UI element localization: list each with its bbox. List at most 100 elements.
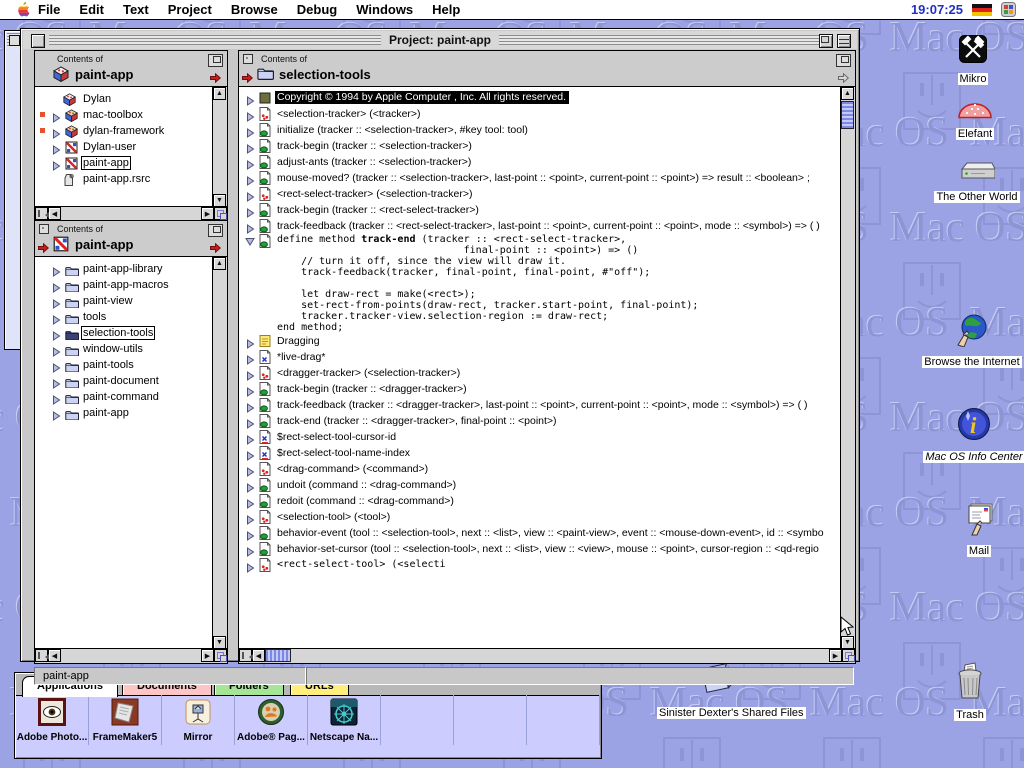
launcher-button[interactable]: Mirror xyxy=(162,695,235,745)
vertical-scrollbar[interactable]: ▲ ▼ xyxy=(212,256,228,650)
horizontal-scrollbar[interactable]: ◀ ▶ xyxy=(34,648,228,664)
desktop-icon-browse-the-internet[interactable]: Browse the Internet xyxy=(912,313,1024,370)
menu-edit[interactable]: Edit xyxy=(79,2,104,17)
menu-clock[interactable]: 19:07:25 xyxy=(911,2,963,17)
code-item[interactable]: track-begin (tracker :: <dragger-tracker… xyxy=(239,381,841,397)
code-item[interactable]: track-feedback (tracker :: <dragger-trac… xyxy=(239,397,841,413)
scroll-right-button[interactable]: ▶ xyxy=(829,649,842,662)
list-item[interactable]: selection-tools xyxy=(35,325,213,341)
desktop-icon-mac-os-info-center[interactable]: iMac OS Info Center xyxy=(914,406,1024,465)
scroll-right-button[interactable]: ▶ xyxy=(201,207,214,220)
pane-corner-widget[interactable] xyxy=(842,649,855,662)
vertical-scrollbar[interactable]: ▲ ▼ xyxy=(840,86,856,650)
desktop-icon-mail[interactable]: Mail xyxy=(919,502,1024,559)
code-item[interactable]: <selection-tool> (<tool>) xyxy=(239,509,841,525)
pane-corner-widget[interactable] xyxy=(214,649,227,662)
menu-windows[interactable]: Windows xyxy=(356,2,413,17)
vertical-scrollbar[interactable]: ▲ ▼ xyxy=(212,86,228,208)
code-item[interactable]: track-begin (tracker :: <selection-track… xyxy=(239,138,841,154)
list-item[interactable]: paint-tools xyxy=(35,357,213,373)
link-arrow-icon[interactable] xyxy=(242,70,253,88)
pane-zoom-icon[interactable] xyxy=(208,54,223,67)
code-item[interactable]: <drag-command> (<command>) xyxy=(239,461,841,477)
list-item[interactable]: Dylan-user xyxy=(35,139,213,155)
scroll-left-button[interactable]: ◀ xyxy=(48,207,61,220)
launcher-button[interactable]: Netscape Na... xyxy=(308,695,381,745)
code-item[interactable]: track-end (tracker :: <dragger-tracker>,… xyxy=(239,413,841,429)
list-item[interactable]: Dylan xyxy=(35,91,213,107)
scroll-left-button[interactable]: ◀ xyxy=(252,649,265,662)
expanded-method[interactable]: define method track-end (tracker :: <rec… xyxy=(239,234,841,333)
scroll-left-button[interactable]: ◀ xyxy=(48,649,61,662)
menu-debug[interactable]: Debug xyxy=(297,2,337,17)
menu-project[interactable]: Project xyxy=(168,2,212,17)
menu-file[interactable]: File xyxy=(38,2,60,17)
list-item[interactable]: paint-app.rsrc xyxy=(35,171,213,187)
list-item[interactable]: mac-toolbox xyxy=(35,107,213,123)
menu-browse[interactable]: Browse xyxy=(231,2,278,17)
zoom-box[interactable] xyxy=(819,34,833,48)
menu-help[interactable]: Help xyxy=(432,2,460,17)
scrollbar-thumb[interactable] xyxy=(841,101,854,129)
code-item[interactable]: track-feedback (tracker :: <rect-select-… xyxy=(239,218,841,234)
code-item[interactable]: <rect-select-tracker> (<selection-tracke… xyxy=(239,186,841,202)
scrollbar-thumb[interactable] xyxy=(265,649,291,662)
launcher-button[interactable]: FrameMaker5 xyxy=(89,695,162,745)
desktop-icon-elefant[interactable]: Elefant xyxy=(915,97,1024,142)
list-item[interactable]: paint-view xyxy=(35,293,213,309)
desktop-icon-trash[interactable]: Trash xyxy=(910,662,1024,723)
list-item[interactable]: tools xyxy=(35,309,213,325)
list-item[interactable]: paint-command xyxy=(35,389,213,405)
link-arrow-icon[interactable] xyxy=(38,240,49,258)
code-item[interactable]: <selection-tracker> (<tracker>) xyxy=(239,106,841,122)
code-item[interactable]: redoit (command :: <drag-command>) xyxy=(239,493,841,509)
launcher-button[interactable]: Adobe Photo... xyxy=(16,695,89,745)
desktop-icon-mikro[interactable]: Mikro xyxy=(913,34,1024,87)
horizontal-scrollbar[interactable]: ◀ ▶ xyxy=(238,648,856,664)
pane-split-widget[interactable] xyxy=(35,649,48,662)
disclosure-triangle[interactable] xyxy=(245,560,255,578)
list-item[interactable]: window-utils xyxy=(35,341,213,357)
scroll-up-button[interactable]: ▲ xyxy=(213,257,226,270)
pane-split-widget[interactable] xyxy=(239,649,252,662)
code-item[interactable]: $rect-select-tool-cursor-id xyxy=(239,429,841,445)
scroll-up-button[interactable]: ▲ xyxy=(213,87,226,100)
code-item[interactable]: track-begin (tracker :: <rect-select-tra… xyxy=(239,202,841,218)
pane-box-icon[interactable] xyxy=(243,54,253,64)
scroll-up-button[interactable]: ▲ xyxy=(841,87,854,100)
disclosure-triangle[interactable] xyxy=(245,236,255,249)
list-item[interactable]: paint-app xyxy=(35,405,213,421)
pane-split-widget[interactable] xyxy=(35,207,48,220)
list-item[interactable]: paint-document xyxy=(35,373,213,389)
code-item[interactable]: <dragger-tracker> (<selection-tracker>) xyxy=(239,365,841,381)
application-menu-icon[interactable] xyxy=(1001,2,1016,17)
launcher-button[interactable]: Adobe® Pag... xyxy=(235,695,308,745)
scroll-right-button[interactable]: ▶ xyxy=(201,649,214,662)
pane-corner-widget[interactable] xyxy=(214,207,227,220)
code-item[interactable]: adjust-ants (tracker :: <selection-track… xyxy=(239,154,841,170)
list-item[interactable]: paint-app-macros xyxy=(35,277,213,293)
code-item[interactable]: behavior-event (tool :: <selection-tool>… xyxy=(239,525,841,541)
code-item[interactable]: undoit (command :: <drag-command>) xyxy=(239,477,841,493)
code-item[interactable]: *live-drag* xyxy=(239,349,841,365)
code-item[interactable]: <rect-select-tool> (<selecti xyxy=(239,557,841,573)
code-item[interactable]: Copyright © 1994 by Apple Computer , Inc… xyxy=(239,90,841,106)
list-item[interactable]: paint-app-library xyxy=(35,261,213,277)
code-item[interactable]: mouse-moved? (tracker :: <selection-trac… xyxy=(239,170,841,186)
code-item[interactable]: initialize (tracker :: <selection-tracke… xyxy=(239,122,841,138)
german-flag-icon[interactable] xyxy=(972,4,992,16)
list-item[interactable]: paint-app xyxy=(35,155,213,171)
pane-zoom-icon[interactable] xyxy=(836,54,851,67)
pane-zoom-icon[interactable] xyxy=(208,224,223,237)
code-item[interactable]: Dragging xyxy=(239,333,841,349)
desktop-icon-the-other-world[interactable]: The Other World xyxy=(917,160,1024,205)
collapse-box[interactable] xyxy=(837,34,851,48)
pane-box-icon[interactable] xyxy=(39,224,49,234)
project-window-titlebar[interactable]: Project: paint-app xyxy=(23,31,857,49)
menu-text[interactable]: Text xyxy=(123,2,149,17)
background-window-close-box[interactable] xyxy=(9,35,20,46)
disclosure-triangle[interactable] xyxy=(51,408,61,426)
apple-menu[interactable] xyxy=(16,1,30,23)
code-item[interactable]: $rect-select-tool-name-index xyxy=(239,445,841,461)
code-item[interactable]: behavior-set-cursor (tool :: <selection-… xyxy=(239,541,841,557)
